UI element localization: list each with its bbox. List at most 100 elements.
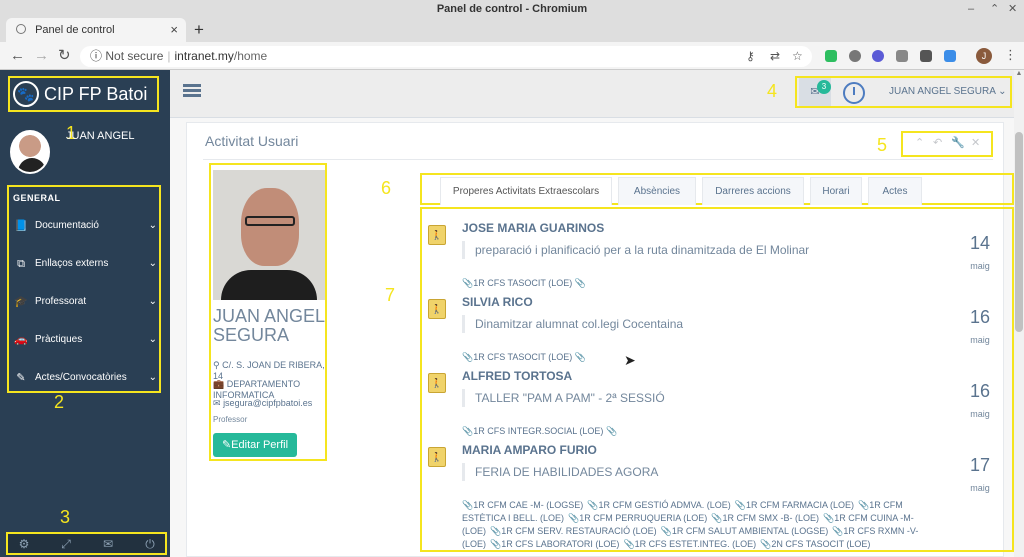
paperclip-icon: 📎 xyxy=(832,526,844,536)
brand-name: CIP FP Batoi xyxy=(44,84,148,104)
undo-icon[interactable]: ↶ xyxy=(933,136,942,149)
activity-icon: 🚶 xyxy=(428,447,446,467)
clock-icon[interactable] xyxy=(843,82,865,104)
extension-icon[interactable] xyxy=(944,50,956,62)
messages-button[interactable]: ✉ 3 xyxy=(799,78,831,106)
extension-icon[interactable] xyxy=(849,50,861,62)
group-tag: 1R CFM SALUT AMBIENTAL (LOGSE) xyxy=(671,526,829,536)
paperclip-icon: 📎 xyxy=(858,500,870,510)
activity-author: SILVIA RICO xyxy=(462,295,533,309)
close-icon[interactable]: ✕ xyxy=(971,136,980,149)
settings-icon[interactable]: ⚙ xyxy=(12,535,36,553)
sidebar-item-professorat[interactable]: 🎓 Professorat ⌄ xyxy=(11,291,159,313)
info-icon[interactable]: ⓘ xyxy=(90,49,102,63)
minimize-icon[interactable]: – xyxy=(968,0,974,18)
menu-toggle-icon[interactable] xyxy=(183,84,201,98)
sidebar-item-documentacio[interactable]: 📘 Documentació ⌄ xyxy=(11,215,159,237)
fullscreen-icon[interactable]: ⤢ xyxy=(54,535,78,553)
edit-icon: ✎ xyxy=(221,439,232,451)
activity-author: MARIA AMPARO FURIO xyxy=(462,443,597,457)
profile-card: JUAN ANGEL SEGURA ⚲ C/. S. JOAN DE RIBER… xyxy=(209,163,327,461)
close-tab-icon[interactable]: × xyxy=(170,18,178,42)
tab-absencies[interactable]: Absències xyxy=(618,177,696,205)
edit-profile-button[interactable]: ✎Editar Perfil xyxy=(213,433,297,457)
maximize-icon[interactable]: ⌃ xyxy=(990,0,999,18)
extension-icon[interactable] xyxy=(896,50,908,62)
activity-icon: 🚶 xyxy=(428,373,446,393)
reload-icon[interactable]: ↻ xyxy=(58,46,71,66)
address-bar[interactable]: ⓘ Not secure | intranet.my/home ⚷ ⇄ ☆ xyxy=(80,46,812,67)
collapse-icon[interactable]: ⌃ xyxy=(915,136,924,149)
paperclip-icon: 📎 xyxy=(660,526,672,536)
sidebar-item-practiques[interactable]: 🚗 Pràctiques ⌄ xyxy=(11,329,159,351)
sidebar-item-label: Pràctiques xyxy=(35,334,83,345)
envelope-icon: ✉ xyxy=(213,398,221,408)
main-content: Activitat Usuari 5 ⌃ ↶ 🔧 ✕ JUAN ANGEL SE… xyxy=(170,118,1014,557)
activity-month: maig xyxy=(970,409,990,419)
bookmark-star-icon[interactable]: ☆ xyxy=(792,46,803,67)
profile-name: JUAN ANGEL SEGURA xyxy=(213,306,325,345)
activity-author: JOSE MARIA GUARINOS xyxy=(462,221,605,235)
scroll-thumb[interactable] xyxy=(1015,132,1023,332)
paperclip-icon: 📎 xyxy=(568,513,580,523)
translate-icon[interactable]: ⇄ xyxy=(770,46,780,67)
user-menu-label: JUAN ANGEL SEGURA xyxy=(889,86,996,97)
list-item[interactable]: 🚶 MARIA AMPARO FURIO FERIA DE HABILIDADE… xyxy=(422,433,1012,550)
tab-properes-activitats[interactable]: Properes Activitats Extraescolars xyxy=(440,177,612,205)
activity-day: 16 xyxy=(970,381,991,401)
paperclip-icon: 📎 xyxy=(587,500,599,510)
activity-month: maig xyxy=(970,483,990,493)
sidebar-item-enllacos[interactable]: ⧉ Enllaços externs ⌄ xyxy=(11,253,159,275)
extension-icon[interactable] xyxy=(920,50,932,62)
top-navbar: 4 ✉ 3 JUAN ANGEL SEGURA ⌄ xyxy=(170,70,1024,118)
profile-avatar[interactable]: J xyxy=(976,48,992,64)
evernote-extension-icon[interactable] xyxy=(825,50,837,62)
tab-horari[interactable]: Horari xyxy=(810,177,862,205)
chevron-down-icon: ⌄ xyxy=(998,86,1007,97)
scroll-up-icon[interactable]: ▲ xyxy=(1014,70,1024,77)
activity-list: 🚶 JOSE MARIA GUARINOS preparació i plani… xyxy=(420,207,1014,552)
power-icon[interactable]: ⏻ xyxy=(138,535,162,553)
chevron-down-icon: ⌄ xyxy=(148,372,157,383)
tab-darreres-accions[interactable]: Darreres accions xyxy=(702,177,804,205)
group-tag: 1R CFM SERV. RESTAURACIÓ (LOE) xyxy=(501,526,657,536)
activity-month: maig xyxy=(970,261,990,271)
key-icon[interactable]: ⚷ xyxy=(746,46,755,67)
edit-profile-label: Editar Perfil xyxy=(231,439,289,451)
tab-actes[interactable]: Actes xyxy=(868,177,922,205)
wrench-icon[interactable]: 🔧 xyxy=(951,136,965,149)
annotation-label-2: 2 xyxy=(54,392,65,412)
activity-month: maig xyxy=(970,335,990,345)
group-tag: 2N CFS TASOCIT (LOE) xyxy=(771,539,871,549)
sidebar-menu: GENERAL 📘 Documentació ⌄ ⧉ Enllaços exte… xyxy=(7,185,161,393)
sidebar: 🐾 CIP FP Batoi 1 JUAN ANGEL GENERAL 📘 Do… xyxy=(0,70,170,557)
chevron-down-icon: ⌄ xyxy=(148,220,157,231)
profile-department: 💼 DEPARTAMENTO INFORMATICA xyxy=(213,379,325,400)
page-scrollbar[interactable]: ▲ xyxy=(1014,70,1024,557)
browser-menu-icon[interactable]: ⋮ xyxy=(1004,47,1017,63)
user-menu[interactable]: JUAN ANGEL SEGURA ⌄ xyxy=(889,78,1007,106)
list-item[interactable]: 🚶 SILVIA RICO Dinamitzar alumnat col.leg… xyxy=(422,285,1012,362)
activity-groups: 📎1R CFM CAE -M- (LOGSE) 📎1R CFM GESTIÓ AD… xyxy=(462,499,942,550)
annotation-label-6: 6 xyxy=(381,178,392,198)
brand-logo[interactable]: 🐾 CIP FP Batoi xyxy=(8,76,159,112)
forward-icon[interactable]: → xyxy=(34,46,49,66)
extension-icon[interactable] xyxy=(872,50,884,62)
back-icon[interactable]: ← xyxy=(10,46,25,66)
browser-tab-title: Panel de control xyxy=(35,24,115,36)
messages-count-badge: 3 xyxy=(817,80,831,94)
menu-section-title: GENERAL xyxy=(13,193,61,203)
sidebar-footer: ⚙ ⤢ ✉ ⏻ xyxy=(6,532,167,555)
close-window-icon[interactable]: ✕ xyxy=(1008,0,1017,18)
paperclip-icon: 📎 xyxy=(623,539,635,549)
profile-address-text: C/. S. JOAN DE RIBERA, 14 xyxy=(213,360,325,381)
list-item[interactable]: 🚶 ALFRED TORTOSA TALLER "PAM A PAM" - 2ª… xyxy=(422,359,1012,436)
top-right-controls: ✉ 3 JUAN ANGEL SEGURA ⌄ xyxy=(795,76,1012,108)
mail-icon[interactable]: ✉ xyxy=(96,535,120,553)
sidebar-item-actes[interactable]: ✎ Actes/Convocatòries ⌄ xyxy=(11,367,159,389)
group-tag: 1R CFM GESTIÓ ADMVA. (LOE) xyxy=(598,500,731,510)
window-titlebar: Panel de control - Chromium – ⌃ ✕ xyxy=(0,0,1024,18)
browser-tab[interactable]: Panel de control × xyxy=(6,18,186,42)
list-item[interactable]: 🚶 JOSE MARIA GUARINOS preparació i plani… xyxy=(422,211,1012,288)
new-tab-button[interactable]: + xyxy=(194,18,204,42)
